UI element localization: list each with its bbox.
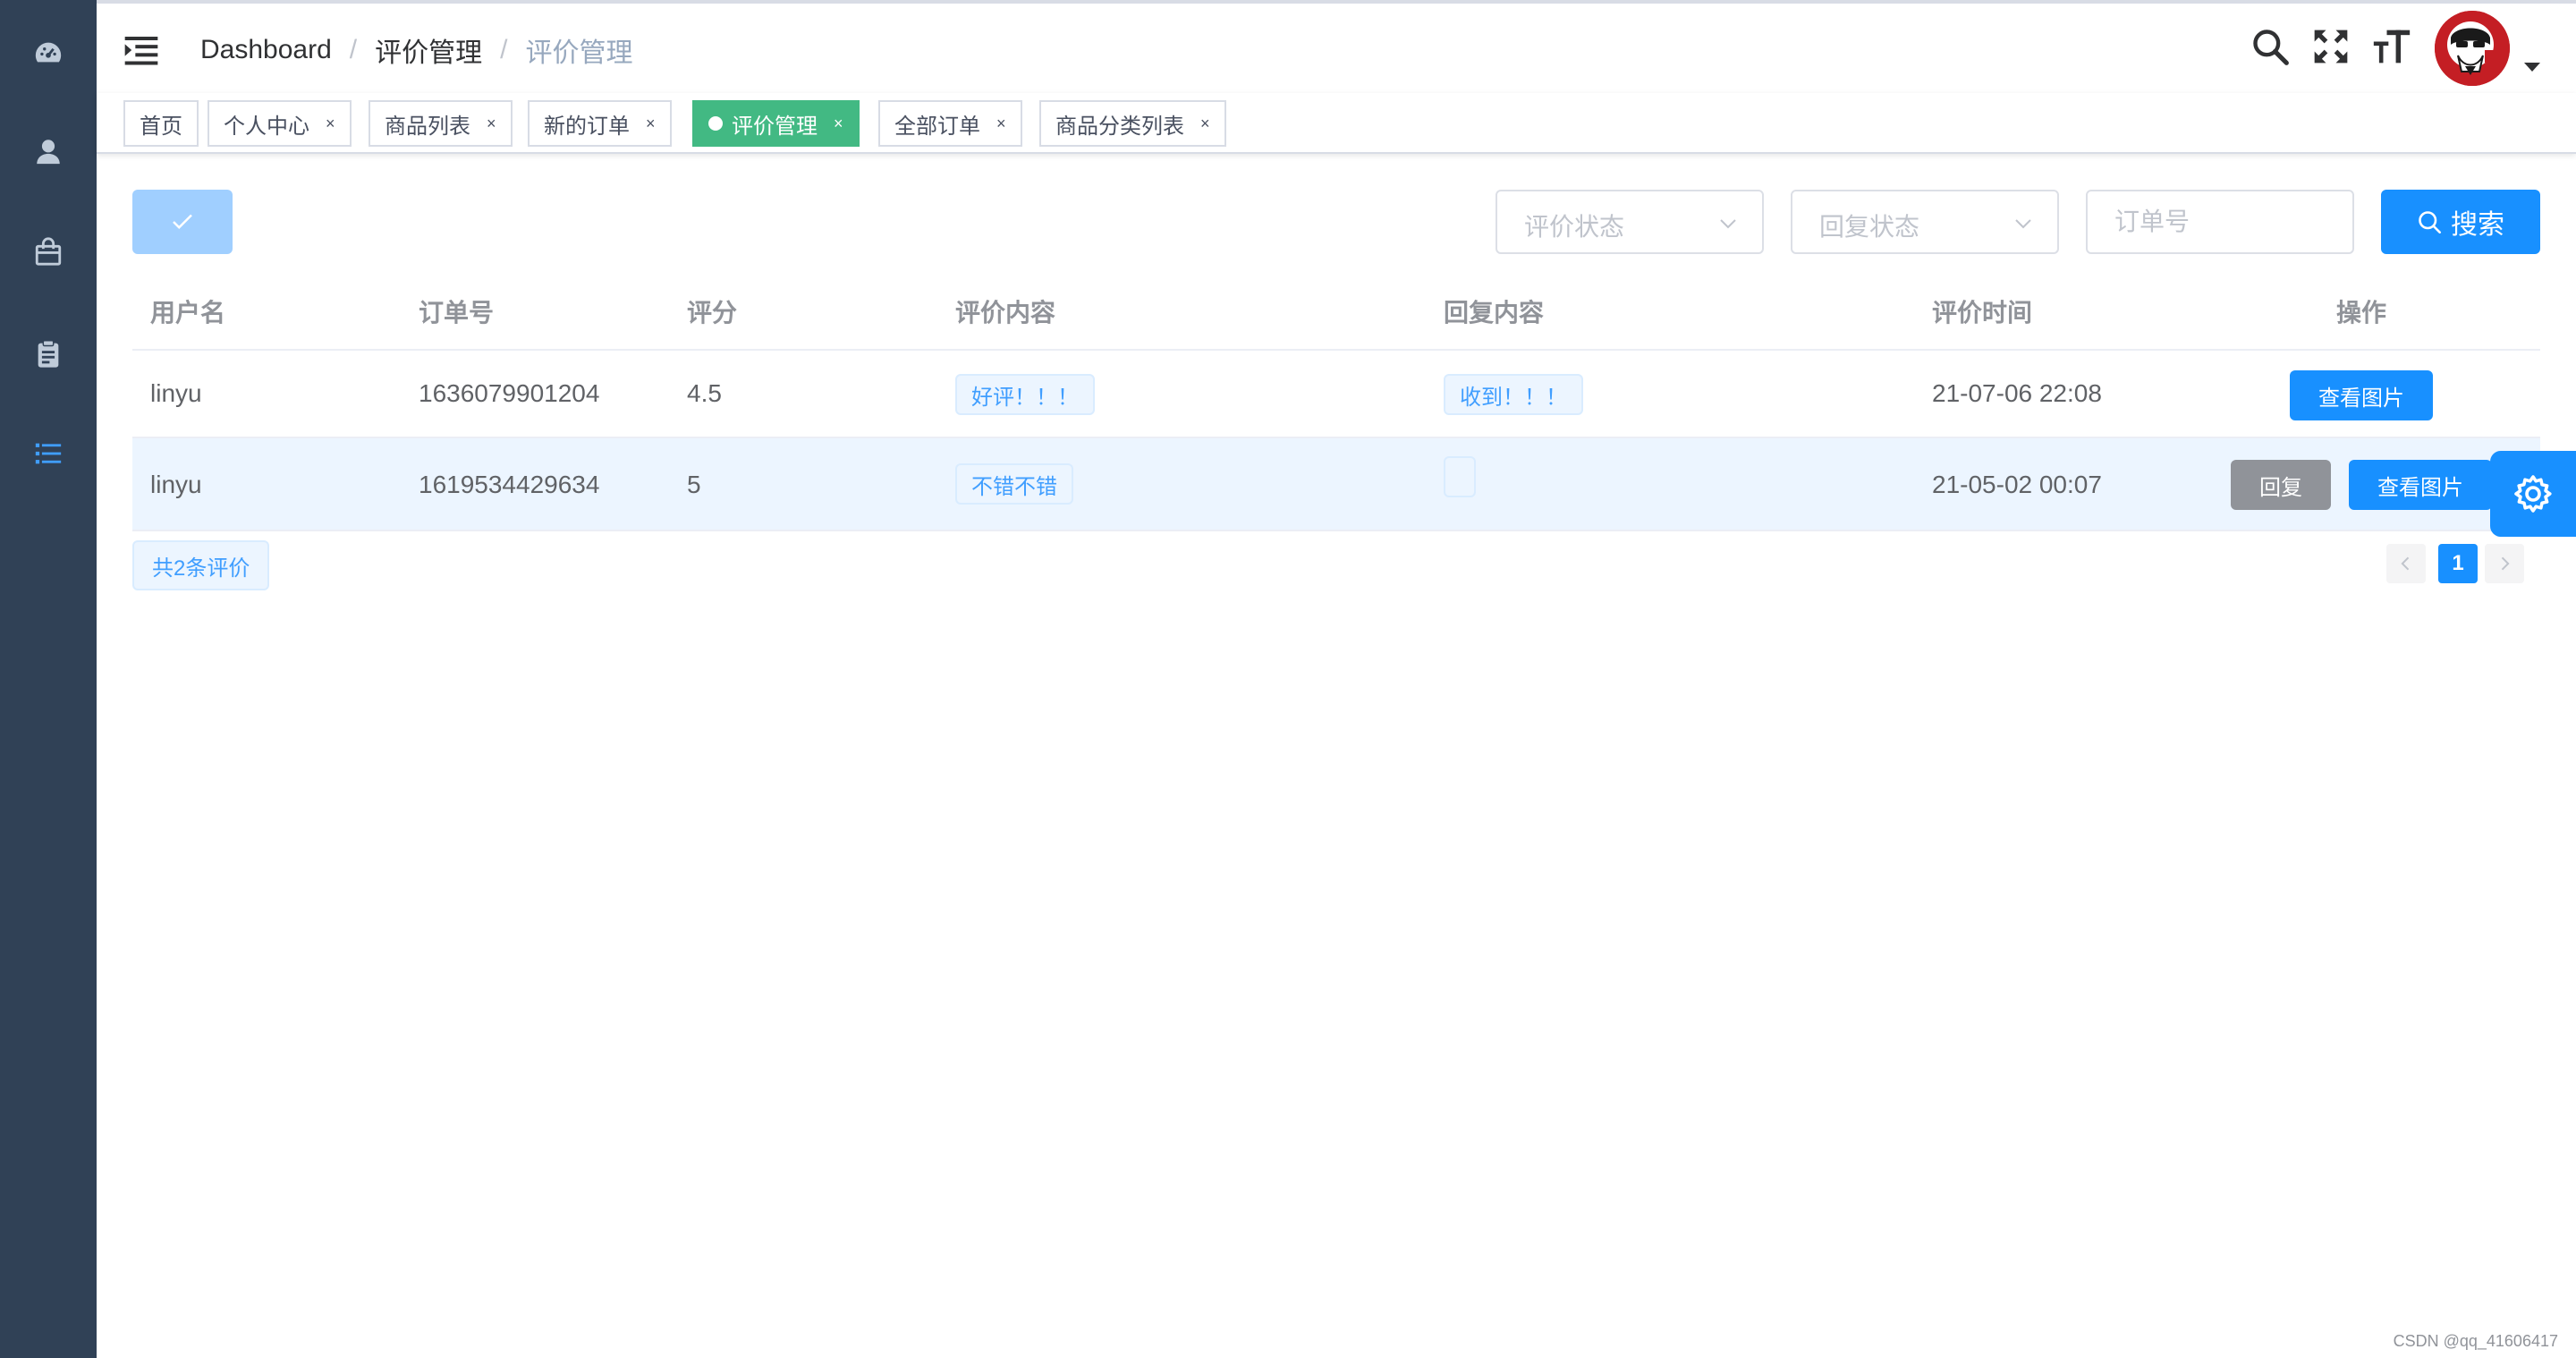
check-icon	[173, 214, 192, 230]
breadcrumb-section[interactable]: 评价管理	[375, 30, 482, 70]
hamburger-icon[interactable]	[123, 32, 159, 68]
column-header-order-no: 订单号	[419, 299, 495, 327]
tag-label: 商品列表	[385, 114, 470, 139]
tag-new-orders[interactable]: 新的订单 ×	[528, 100, 672, 147]
breadcrumb: Dashboard / 评价管理 / 评价管理	[200, 30, 632, 70]
tag-products[interactable]: 商品列表 ×	[369, 100, 513, 147]
settings-gear-icon	[2514, 475, 2552, 513]
batch-confirm-button[interactable]	[132, 190, 233, 254]
tag-label: 评价管理	[732, 114, 818, 139]
reply-button[interactable]: 回复	[2231, 460, 2331, 510]
column-header-time: 评价时间	[1932, 299, 2033, 327]
sidebar-item-reviews[interactable]	[0, 404, 97, 503]
close-icon[interactable]: ×	[996, 115, 1006, 133]
clipboard-icon	[38, 340, 59, 368]
review-status-select[interactable]: 评价状态	[1496, 190, 1764, 254]
order-no-input[interactable]	[2086, 190, 2354, 254]
dashboard-icon	[35, 42, 62, 63]
font-size-icon[interactable]	[2372, 27, 2411, 66]
tag-label: 个人中心	[224, 114, 309, 139]
fullscreen-icon[interactable]	[2311, 27, 2351, 66]
view-images-button[interactable]: 查看图片	[2290, 370, 2433, 420]
select-placeholder: 回复状态	[1819, 213, 1920, 241]
app-root: Dashboard / 评价管理 / 评价管理 首页 个人中心 × 商品列表 ×…	[0, 0, 2576, 1358]
cell-time: 21-05-02 00:07	[1932, 471, 2102, 498]
sidebar-item-dashboard[interactable]	[0, 4, 97, 102]
table-row[interactable]: linyu 1619534429634 5 不错不错 21-05-02 00:0…	[132, 438, 2540, 531]
active-dot-icon	[708, 116, 723, 131]
chevron-left-icon	[2401, 556, 2410, 571]
reply-status-select[interactable]: 回复状态	[1791, 190, 2059, 254]
chevron-right-icon	[2501, 556, 2510, 571]
kfc-logo-icon	[2435, 11, 2510, 86]
cell-score: 5	[687, 471, 701, 498]
search-button-label: 搜索	[2451, 210, 2504, 240]
table-header: 用户名 订单号 评分 评价内容 回复内容 评价时间 操作	[132, 279, 2540, 351]
sidebar	[0, 0, 97, 1358]
shopping-bag-icon	[35, 237, 62, 266]
chevron-down-icon	[2015, 219, 2031, 229]
view-images-button[interactable]: 查看图片	[2349, 460, 2492, 510]
sidebar-item-orders[interactable]	[0, 304, 97, 403]
tag-categories[interactable]: 商品分类列表 ×	[1039, 100, 1226, 147]
table-row[interactable]: linyu 1636079901204 4.5 好评！！！ 收到！！！ 21-0…	[132, 351, 2540, 438]
close-icon[interactable]: ×	[1200, 115, 1210, 133]
breadcrumb-separator: /	[349, 35, 358, 64]
close-icon[interactable]: ×	[326, 115, 335, 133]
cell-score: 4.5	[687, 379, 722, 407]
close-icon[interactable]: ×	[834, 115, 843, 133]
navbar: Dashboard / 评价管理 / 评价管理	[97, 0, 2576, 93]
column-header-content: 评价内容	[955, 299, 1056, 327]
sidebar-item-products[interactable]	[0, 202, 97, 301]
search-button[interactable]: 搜索	[2381, 190, 2540, 254]
close-icon[interactable]: ×	[487, 115, 496, 133]
breadcrumb-home[interactable]: Dashboard	[200, 35, 332, 65]
settings-button[interactable]	[2490, 451, 2576, 537]
column-header-reply: 回复内容	[1444, 299, 1545, 327]
select-placeholder: 评价状态	[1524, 213, 1625, 241]
cell-reply-tag	[1444, 456, 1476, 497]
column-header-actions: 操作	[2336, 299, 2387, 327]
tag-label: 商品分类列表	[1055, 114, 1184, 139]
chevron-down-icon	[1720, 219, 1736, 229]
view-images-label: 查看图片	[2377, 475, 2463, 500]
view-images-label: 查看图片	[2318, 386, 2404, 411]
prev-page-button[interactable]	[2386, 544, 2426, 583]
cell-time: 21-07-06 22:08	[1932, 379, 2102, 407]
tag-reviews[interactable]: 评价管理 ×	[692, 100, 860, 147]
page-number-1[interactable]: 1	[2438, 544, 2478, 583]
cell-order-no: 1636079901204	[419, 379, 600, 407]
search-icon[interactable]	[2250, 27, 2290, 66]
cell-content-tag: 不错不错	[955, 463, 1073, 505]
cell-reply-tag: 收到！！！	[1444, 374, 1583, 415]
breadcrumb-current: 评价管理	[525, 38, 633, 68]
sidebar-item-profile[interactable]	[0, 102, 97, 200]
list-icon	[35, 443, 62, 464]
next-page-button[interactable]	[2485, 544, 2524, 583]
watermark: CSDN @qq_41606417	[2393, 1332, 2558, 1350]
tag-all-orders[interactable]: 全部订单 ×	[878, 100, 1022, 147]
cell-username: linyu	[150, 379, 202, 407]
avatar[interactable]	[2435, 11, 2510, 86]
cell-username: linyu	[150, 471, 202, 498]
tag-label: 全部订单	[894, 114, 980, 139]
breadcrumb-separator: /	[500, 35, 508, 64]
search-icon	[2419, 211, 2441, 233]
tag-label: 首页	[140, 114, 182, 139]
tag-profile[interactable]: 个人中心 ×	[208, 100, 352, 147]
user-icon	[37, 140, 60, 165]
reply-button-label: 回复	[2259, 475, 2302, 500]
close-icon[interactable]: ×	[646, 115, 656, 133]
total-count-tag: 共2条评价	[132, 540, 270, 590]
column-header-score: 评分	[687, 299, 738, 327]
tag-label: 新的订单	[544, 114, 630, 139]
cell-order-no: 1619534429634	[419, 471, 600, 498]
tag-home[interactable]: 首页	[123, 100, 199, 147]
column-header-username: 用户名	[150, 299, 226, 327]
cell-content-tag: 好评！！！	[955, 374, 1095, 415]
caret-down-icon[interactable]	[2524, 63, 2540, 72]
